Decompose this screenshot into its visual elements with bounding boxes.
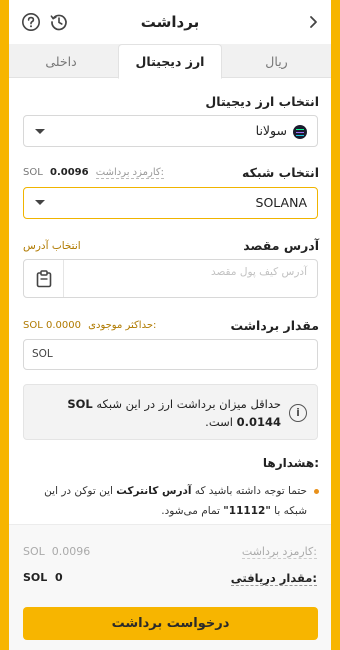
chevron-down-icon <box>35 200 45 205</box>
max-balance-value: 0.0000 <box>45 320 81 331</box>
fee-summary-row: کارمزد برداشت: SOL 0.0096 <box>23 545 317 563</box>
info-min-value: 0.0144 <box>236 415 281 429</box>
warning-text-pre: حتما توجه داشته باشید که <box>194 485 307 497</box>
network-fee-label: کارمزد برداشت: <box>95 167 165 179</box>
network-fee: SOL 0.0096 کارمزد برداشت: <box>23 167 165 179</box>
network-fee-unit: SOL <box>23 167 43 178</box>
info-min-unit: SOL <box>67 397 93 411</box>
chevron-down-icon <box>35 129 45 134</box>
warning-contract-suffix: "11112" <box>223 505 271 517</box>
max-balance: SOL 0.0000 حداکثر موجودی: <box>23 320 156 331</box>
tab-digital-currency[interactable]: ارز دیجیتال <box>118 44 222 79</box>
receive-summary-unit: SOL <box>23 571 48 584</box>
withdraw-panel: برداشت داخلی ارز دیجیتال ریال انتخاب ارز… <box>9 0 331 650</box>
network-label: انتخاب شبکه <box>242 165 319 180</box>
receive-summary-amount: 0 <box>54 571 63 584</box>
address-placeholder: آدرس کیف پول مقصد <box>210 266 307 278</box>
info-text-before: حداقل میزان برداشت ارز در این شبکه <box>96 397 281 411</box>
withdraw-request-button[interactable]: درخواست برداشت <box>23 607 318 640</box>
tab-bar: داخلی ارز دیجیتال ریال <box>9 44 331 79</box>
info-text: حداقل میزان برداشت ارز در این شبکه SOL 0… <box>34 395 281 431</box>
fee-summary-label: کارمزد برداشت: <box>241 545 317 559</box>
help-icon[interactable] <box>21 12 41 32</box>
warning-item: حتما توجه داشته باشید که آدرس کانترکت ای… <box>23 481 319 521</box>
min-withdraw-info: i حداقل میزان برداشت ارز در این شبکه SOL… <box>23 384 318 440</box>
address-label: آدرس مقصد <box>243 238 319 253</box>
solana-icon <box>293 125 307 139</box>
currency-label: انتخاب ارز دیجیتال <box>205 94 319 109</box>
chevron-right-icon[interactable] <box>303 12 323 32</box>
tab-rial[interactable]: ریال <box>222 44 331 78</box>
receive-summary-value: SOL 0 <box>23 571 63 584</box>
fee-summary-amount: 0.0096 <box>51 545 91 558</box>
tab-internal[interactable]: داخلی <box>9 44 113 78</box>
history-icon[interactable] <box>49 12 69 32</box>
info-icon: i <box>289 404 307 422</box>
header: برداشت <box>9 0 331 44</box>
select-address-link[interactable]: انتخاب آدرس <box>23 240 81 252</box>
amount-label: مقدار برداشت <box>230 318 319 333</box>
paste-icon[interactable] <box>24 260 64 297</box>
address-input[interactable]: آدرس کیف پول مقصد <box>23 259 318 298</box>
warnings-title: هشدارها: <box>262 456 319 470</box>
receive-summary-row: مقدار دریافتی: SOL 0 <box>23 571 317 589</box>
max-balance-unit: SOL <box>23 320 43 331</box>
max-balance-label[interactable]: حداکثر موجودی: <box>88 320 156 331</box>
info-text-after: است. <box>205 415 233 429</box>
currency-value: سولانا <box>255 123 287 138</box>
amount-unit: SOL <box>32 348 53 360</box>
receive-summary-label: مقدار دریافتی: <box>230 571 317 586</box>
fee-summary-unit: SOL <box>23 545 45 558</box>
amount-input[interactable]: SOL <box>23 339 318 370</box>
summary-footer: کارمزد برداشت: SOL 0.0096 مقدار دریافتی:… <box>9 524 331 650</box>
fee-summary-value: SOL 0.0096 <box>23 545 90 558</box>
network-value: SOLANA <box>255 195 307 210</box>
warning-text-post: تمام می‌شود. <box>161 505 220 517</box>
warning-bullet <box>314 489 319 494</box>
network-select[interactable]: SOLANA <box>23 187 318 219</box>
network-fee-value: 0.0096 <box>49 167 89 178</box>
warning-contract-address: آدرس کانترکت <box>116 485 192 497</box>
page-title: برداشت <box>140 13 200 31</box>
currency-select[interactable]: سولانا <box>23 115 318 147</box>
